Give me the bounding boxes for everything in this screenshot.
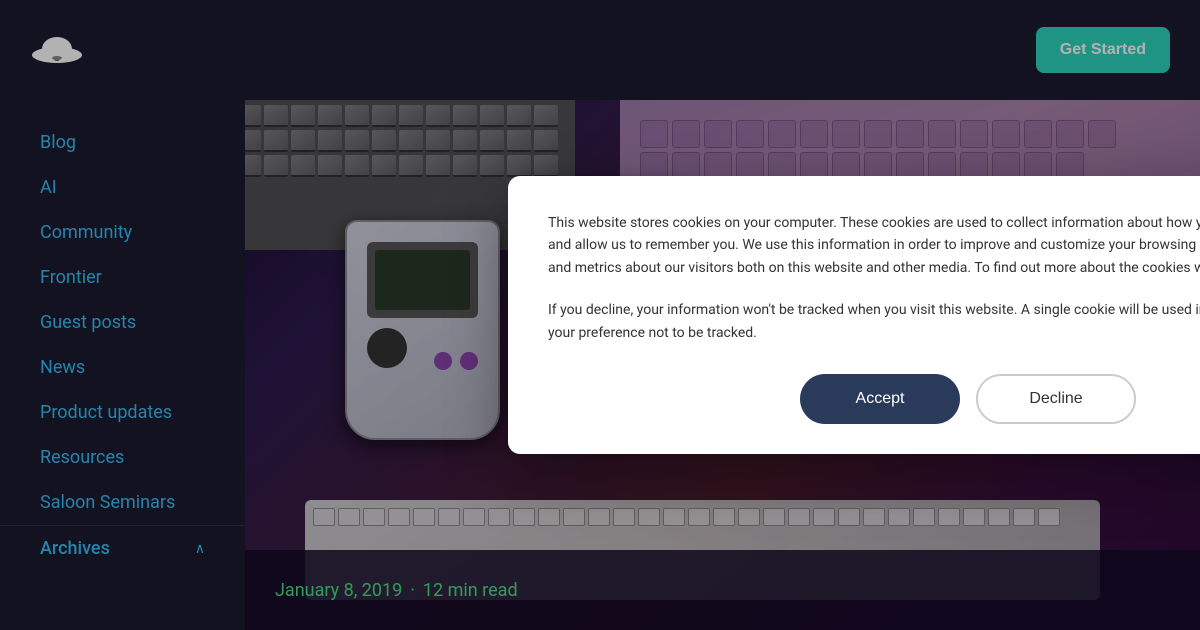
cookie-button-group: Accept Decline (548, 374, 1200, 424)
cookie-banner: This website stores cookies on your comp… (508, 176, 1200, 454)
cookie-text-primary: This website stores cookies on your comp… (548, 212, 1200, 279)
cookie-text-secondary: If you decline, your information won't b… (548, 299, 1200, 344)
decline-button[interactable]: Decline (976, 374, 1136, 424)
accept-button[interactable]: Accept (800, 374, 960, 424)
